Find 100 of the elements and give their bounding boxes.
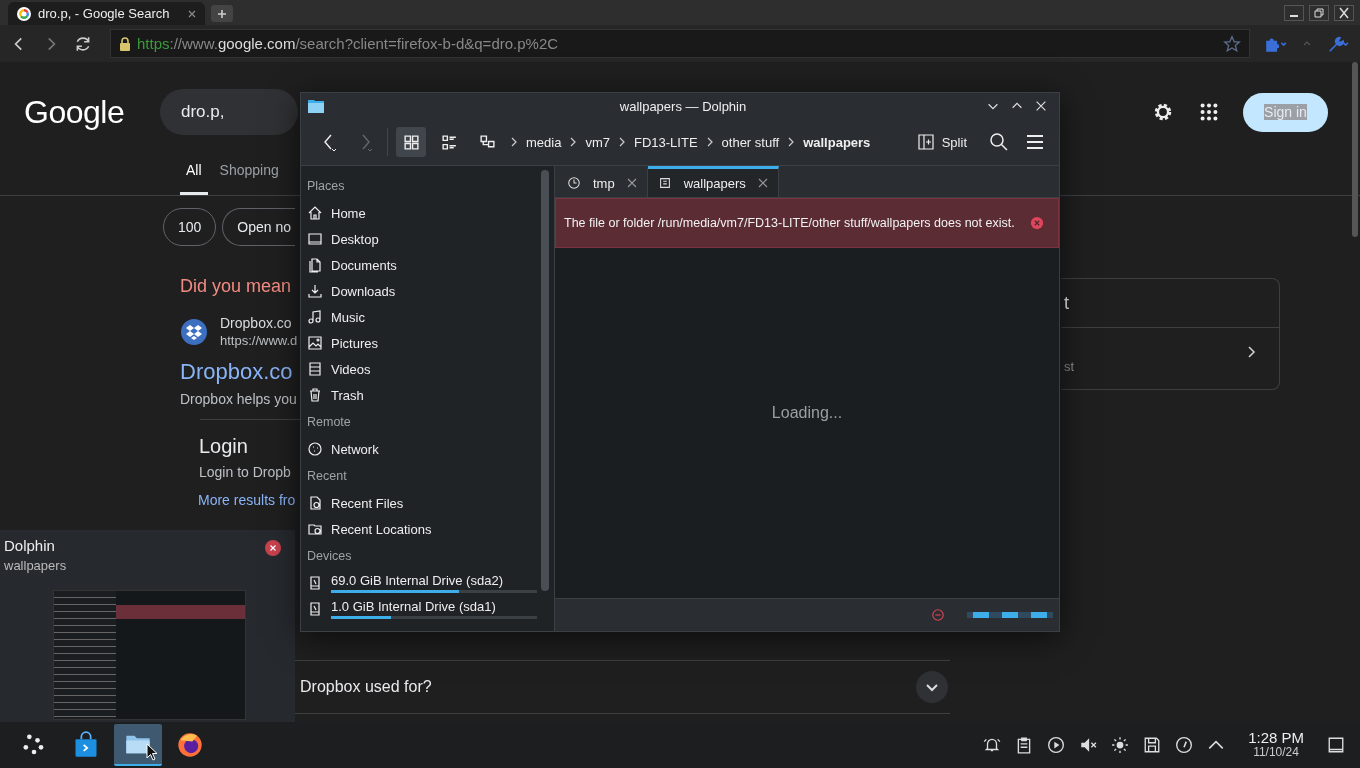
browser-tab[interactable]: dro.p, - Google Search <box>8 2 205 25</box>
lock-icon <box>119 36 131 51</box>
google-logo[interactable]: Google <box>24 93 160 131</box>
address-bar[interactable]: https://www.google.com/search?client=firefox-b-d&q=dro.p%2C <box>110 29 1250 58</box>
section-heading: Recent <box>307 468 348 485</box>
zoom-out-icon[interactable] <box>931 608 945 622</box>
details-view-icon <box>440 133 458 151</box>
trash-icon <box>307 387 323 403</box>
chevron-right-icon <box>618 136 626 148</box>
star-icon[interactable] <box>1223 34 1241 53</box>
place-item[interactable]: Recent Locations <box>307 516 537 542</box>
restore-icon[interactable] <box>1309 4 1329 21</box>
card-heading: t <box>1064 292 1069 314</box>
house-icon <box>307 205 323 221</box>
folder-icon <box>307 98 325 114</box>
pointer-icon <box>146 743 158 761</box>
site-url: https://www.d <box>220 332 298 349</box>
clock-icon <box>567 176 581 190</box>
box-logo-icon <box>180 318 208 346</box>
download-icon <box>307 283 323 299</box>
scrollbar[interactable] <box>1352 62 1358 237</box>
place-item[interactable]: Videos <box>307 356 537 382</box>
loading-text: Loading... <box>771 404 843 422</box>
brightness-icon[interactable] <box>1111 736 1130 754</box>
place-item[interactable]: 1.0 GiB Internal Drive (sda1) <box>307 596 537 622</box>
place-item[interactable]: Pictures <box>307 330 537 356</box>
place-item[interactable]: 69.0 GiB Internal Drive (sda2) <box>307 570 537 596</box>
place-item[interactable]: Home <box>307 200 537 226</box>
place-item[interactable]: Desktop <box>307 226 537 252</box>
document-icon <box>307 257 323 273</box>
section-heading: Remote <box>307 414 352 431</box>
place-item[interactable]: Downloads <box>307 278 537 304</box>
close-icon[interactable] <box>265 540 281 556</box>
drive-icon <box>307 575 323 591</box>
section-heading: Devices <box>307 548 353 565</box>
tab-title: dro.p, - Google Search <box>38 6 171 21</box>
folder-tab[interactable]: tmp <box>557 166 648 197</box>
place-item[interactable]: Recent Files <box>307 490 537 516</box>
close-icon[interactable] <box>1034 99 1048 113</box>
split-button[interactable]: Split <box>917 134 977 150</box>
site-name: Dropbox.co <box>220 315 293 332</box>
split-view-icon <box>917 134 934 150</box>
play-icon[interactable] <box>1047 736 1066 754</box>
scrollbar[interactable] <box>541 170 549 591</box>
film-icon <box>307 361 323 377</box>
result-snippet: Dropbox helps you <box>180 391 297 407</box>
chevron-down-icon[interactable] <box>916 671 948 703</box>
search-field[interactable]: dro.p, <box>160 89 298 135</box>
image-icon <box>307 335 323 351</box>
clock-folder-icon <box>307 521 323 537</box>
place-item[interactable]: Network <box>307 436 537 462</box>
place-item[interactable]: Documents <box>307 252 537 278</box>
bell-icon[interactable] <box>983 736 1002 754</box>
breadcrumb-item[interactable]: vm7 <box>585 134 610 150</box>
section-heading: Places <box>307 178 346 195</box>
new-tab-button[interactable] <box>211 5 233 22</box>
breadcrumb-item[interactable]: wallpapers <box>803 134 871 150</box>
sitelink-title[interactable]: Login <box>199 435 248 458</box>
search-icon[interactable] <box>989 132 1009 152</box>
result-title-link[interactable]: Dropbox.co <box>180 359 293 385</box>
card-text: st <box>1064 358 1075 374</box>
chevron-right-icon <box>705 136 714 148</box>
place-item[interactable]: Trash <box>307 382 537 408</box>
breadcrumb-item[interactable]: media <box>526 134 562 150</box>
chevron-right-icon <box>569 136 578 148</box>
chevron-right-icon <box>510 136 518 148</box>
window-title: wallpapers — Dolphin <box>618 98 748 114</box>
drive-icon <box>307 601 323 617</box>
preview-title: Dolphin <box>4 536 56 556</box>
browser-icon <box>176 731 204 759</box>
search-tab[interactable]: All <box>180 162 208 195</box>
minimize-icon[interactable] <box>1284 4 1304 21</box>
speaker-muted-icon[interactable] <box>1079 736 1098 754</box>
close-icon[interactable] <box>1334 4 1354 21</box>
preview-subtitle: wallpapers <box>4 557 68 575</box>
breadcrumb-item[interactable]: other stuff <box>721 134 780 150</box>
music-note-icon <box>307 309 323 325</box>
question-text[interactable]: Dropbox used for? <box>300 678 432 696</box>
menu-icon[interactable] <box>1025 132 1045 152</box>
apps-grid-icon[interactable] <box>1198 101 1220 123</box>
window-thumbnail[interactable] <box>53 590 246 720</box>
folder-tab[interactable]: wallpapers <box>647 166 779 197</box>
monitor-icon <box>307 231 323 247</box>
search-tab[interactable]: Shopping <box>219 162 279 195</box>
place-item[interactable]: Music <box>307 304 537 330</box>
globe-icon <box>307 441 323 457</box>
wrench-icon[interactable] <box>1326 34 1350 53</box>
breadcrumb-item[interactable]: FD13-LITE <box>634 134 698 150</box>
icons-view-button[interactable] <box>396 127 426 157</box>
grid-view-icon <box>402 133 420 151</box>
clock-time: 1:28 PM <box>1248 730 1304 745</box>
show-desktop-icon[interactable] <box>1327 736 1345 754</box>
g-favicon-icon <box>16 5 32 22</box>
settings-icon[interactable] <box>1152 101 1174 123</box>
gauge-icon[interactable] <box>1175 736 1194 754</box>
plus-icon <box>217 8 227 19</box>
clock[interactable]: 1:28 PM 11/10/24 <box>1248 730 1304 760</box>
reload-icon[interactable] <box>74 34 92 53</box>
more-results-link[interactable]: More results fro <box>198 492 296 508</box>
taskbar-app-button[interactable] <box>114 724 162 766</box>
